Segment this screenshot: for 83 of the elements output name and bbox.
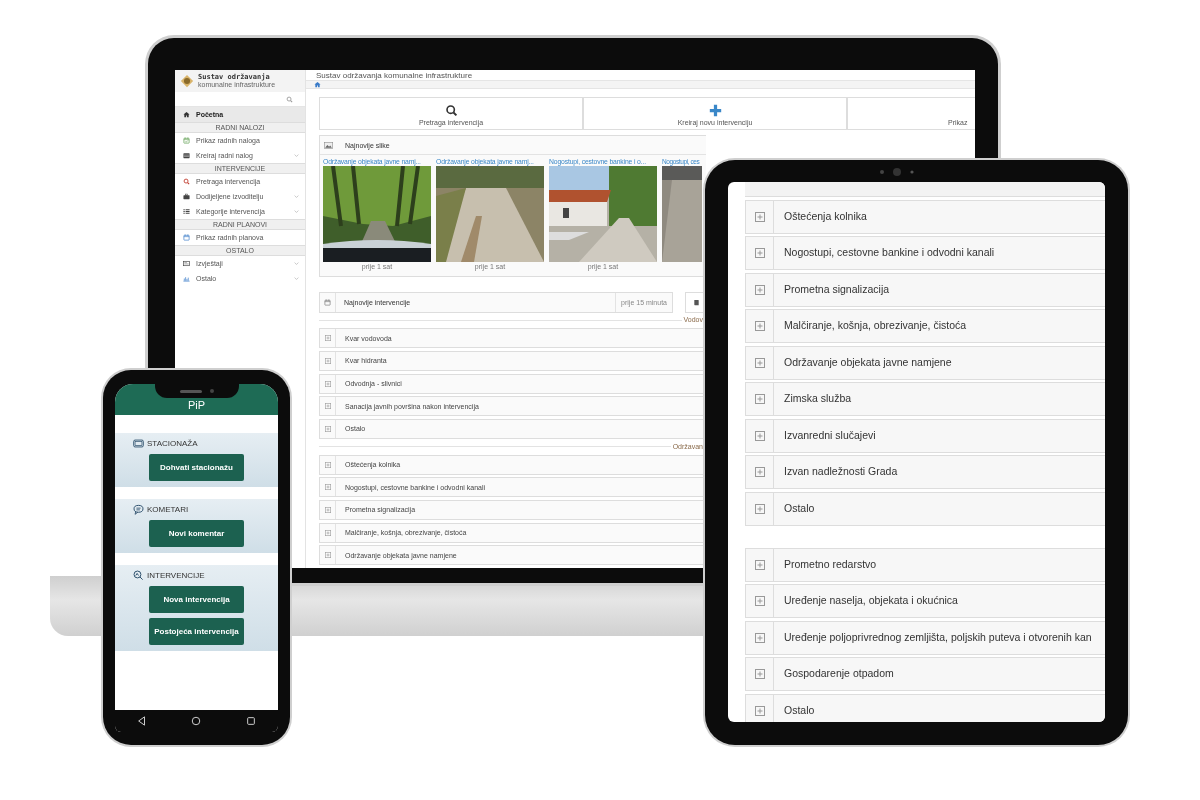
expand-icon <box>324 403 331 410</box>
expand-icon <box>324 552 331 559</box>
category-row[interactable]: Uređenje poljoprivrednog zemljišta, poljskih puteva i otvorenih kan <box>745 620 1105 655</box>
category-row[interactable]: Održavanje objekata javne namjene <box>745 345 1105 380</box>
category-label: Izvanredni slučajevi <box>783 427 877 443</box>
search-icon <box>183 178 190 185</box>
expand-icon <box>754 211 765 222</box>
chart-icon <box>183 275 190 282</box>
category-label: Održavanje objekata javne namjene <box>783 354 953 370</box>
expand-icon <box>324 461 331 468</box>
category-label: Malčiranje, košnja, obrezivanje, čistoća <box>783 318 968 334</box>
category-row[interactable]: Ostalo <box>745 491 1105 526</box>
category-label: Prometna signalizacija <box>783 281 891 297</box>
calendar-icon <box>183 152 190 159</box>
plus-icon <box>708 104 722 118</box>
expand-icon <box>324 529 331 536</box>
category-row[interactable]: Nogostupi, cestovne bankine i odvodni kanali <box>745 236 1105 270</box>
expand-icon <box>324 357 331 364</box>
recent-apps-icon[interactable] <box>245 716 256 726</box>
category-row[interactable]: Prometna signalizacija <box>745 272 1105 307</box>
category-row[interactable]: Gospodarenje otpadom <box>745 657 1105 691</box>
category-label: Izvan nadležnosti Grada <box>783 464 899 480</box>
search-icon <box>286 95 293 103</box>
expand-icon <box>754 248 765 258</box>
category-row[interactable]: Izvan nadležnosti Grada <box>745 455 1105 489</box>
calendar-icon <box>183 234 190 241</box>
search-icon <box>444 104 458 118</box>
expand-icon <box>324 335 331 342</box>
category-row[interactable]: Oštećenja kolnika <box>745 199 1105 234</box>
expand-icon <box>324 506 331 513</box>
category-label: Ostalo <box>783 500 816 516</box>
home-icon[interactable] <box>191 716 202 726</box>
expand-icon <box>754 284 765 295</box>
expand-icon <box>754 705 765 716</box>
expand-icon <box>754 669 765 679</box>
expand-icon <box>754 467 765 477</box>
monitor-icon <box>133 438 144 449</box>
chat-icon <box>133 504 144 515</box>
expand-icon <box>754 321 765 331</box>
category-label: Oštećenja kolnika <box>783 208 868 224</box>
home-icon <box>183 111 190 118</box>
section-label: INTERVENCIJE <box>147 571 205 580</box>
page-title: Sustav održavanja komunalne infrastrukture <box>316 70 473 80</box>
magnifier-icon <box>133 570 144 581</box>
action-button[interactable]: Postojeća intervencija <box>149 618 244 645</box>
expand-icon <box>754 632 765 643</box>
expand-icon <box>324 425 331 432</box>
action-button[interactable]: Dohvati stacionažu <box>149 454 244 481</box>
category-label: Uređenje naselja, objekata i okućnica <box>783 593 959 609</box>
action-button[interactable]: Nova intervencija <box>149 586 244 613</box>
expand-icon <box>754 394 765 404</box>
category-row[interactable]: Ostalo <box>745 693 1105 722</box>
expand-icon <box>324 380 331 387</box>
expand-icon <box>754 430 765 441</box>
category-row[interactable]: Zimska služba <box>745 382 1105 416</box>
expand-icon <box>754 559 765 570</box>
category-label: Zimska služba <box>783 391 853 407</box>
calendar-icon <box>324 299 331 307</box>
section-label: STACIONAŽA <box>147 439 198 448</box>
calendar-icon <box>183 137 190 144</box>
expand-icon <box>754 503 765 514</box>
category-label: Uređenje poljoprivrednog zemljišta, poljskih puteva i otvorenih kan <box>783 629 1093 645</box>
action-button[interactable]: Novi komentar <box>149 520 244 547</box>
briefcase-icon <box>183 193 190 200</box>
category-row[interactable]: Malčiranje, košnja, obrezivanje, čistoća <box>745 309 1105 343</box>
category-label: Gospodarenje otpadom <box>783 666 895 682</box>
book-icon <box>692 299 700 307</box>
expand-icon <box>324 484 331 491</box>
image-icon <box>324 141 333 149</box>
category-label: Nogostupi, cestovne bankine i odvodni kanali <box>783 245 996 261</box>
table-icon <box>183 260 190 267</box>
category-label: Prometno redarstvo <box>783 556 878 572</box>
expand-icon <box>754 596 765 606</box>
list-icon <box>183 208 190 215</box>
back-icon[interactable] <box>137 716 148 726</box>
category-label: Ostalo <box>783 702 816 718</box>
category-row[interactable]: Uređenje naselja, objekata i okućnica <box>745 584 1105 618</box>
section-label: KOMETARI <box>147 505 189 514</box>
app-title: PiP <box>187 399 206 411</box>
category-row[interactable]: Prometno redarstvo <box>745 547 1105 582</box>
logo-icon <box>180 74 194 88</box>
category-row[interactable]: Izvanredni slučajevi <box>745 418 1105 453</box>
expand-icon <box>754 357 765 368</box>
